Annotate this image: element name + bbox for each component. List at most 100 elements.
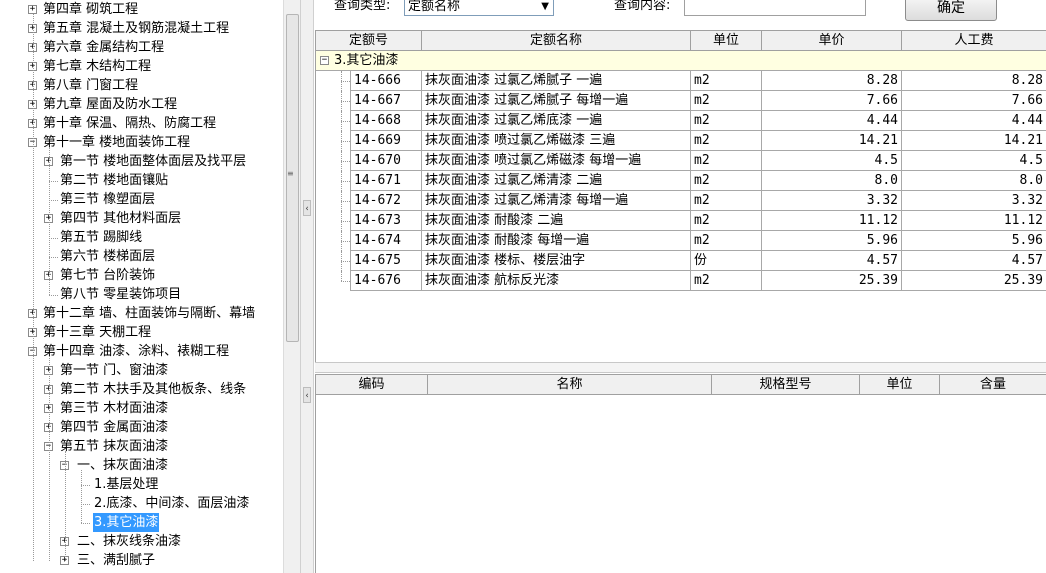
cell-price[interactable]: 3.32 (762, 191, 902, 211)
tree-node[interactable]: 第八节 零星装饰项目 (0, 285, 283, 304)
collapse-left-arrow-icon-lower[interactable]: ‹ (303, 387, 311, 403)
cell-unit[interactable]: m2 (691, 271, 762, 291)
tree-node-label[interactable]: 第七节 台阶装饰 (59, 266, 156, 285)
tree-node-label[interactable]: 第八章 门窗工程 (42, 76, 139, 95)
query-type-select[interactable]: 定额名称 ▼ (404, 0, 554, 16)
tree-node-label[interactable]: 2.底漆、中间漆、面层油漆 (93, 494, 250, 513)
cell-unit[interactable]: m2 (691, 111, 762, 131)
cell-unit[interactable]: 份 (691, 251, 762, 271)
tree-node[interactable]: 第六节 楼梯面层 (0, 247, 283, 266)
cell-name[interactable]: 抹灰面油漆 过氯乙烯清漆 二遍 (422, 171, 691, 191)
tree-node[interactable]: − 第十四章 油漆、涂料、裱糊工程 (0, 342, 283, 361)
cell-unit[interactable]: m2 (691, 91, 762, 111)
tree-node-label[interactable]: 第十一章 楼地面装饰工程 (42, 133, 191, 152)
tree-node[interactable]: + 第一节 门、窗油漆 (0, 361, 283, 380)
tree-node-label[interactable]: 第三节 橡塑面层 (59, 190, 156, 209)
table-row[interactable]: 14-669 抹灰面油漆 喷过氯乙烯磁漆 三遍 m2 14.21 14.21 (316, 131, 1046, 151)
cell-labor[interactable]: 11.12 (902, 211, 1046, 231)
cell-price[interactable]: 25.39 (762, 271, 902, 291)
tree-node-label[interactable]: 第四节 其他材料面层 (59, 209, 182, 228)
column-header[interactable]: 编码 (316, 375, 428, 395)
tree-node[interactable]: + 第九章 屋面及防水工程 (0, 95, 283, 114)
tree-node[interactable]: + 第三节 木材面油漆 (0, 399, 283, 418)
tree-node-label[interactable]: 1.基层处理 (93, 475, 159, 494)
cell-code[interactable]: 14-674 (350, 231, 422, 251)
tree-node[interactable]: + 第十三章 天棚工程 (0, 323, 283, 342)
tree-node-label[interactable]: 二、抹灰线条油漆 (76, 532, 182, 551)
cell-labor[interactable]: 14.21 (902, 131, 1046, 151)
tree-node-label[interactable]: 第一节 门、窗油漆 (59, 361, 169, 380)
cell-labor[interactable]: 5.96 (902, 231, 1046, 251)
cell-labor[interactable]: 8.0 (902, 171, 1046, 191)
cell-price[interactable]: 4.57 (762, 251, 902, 271)
cell-name[interactable]: 抹灰面油漆 喷过氯乙烯磁漆 每增一遍 (422, 151, 691, 171)
tree-node-label[interactable]: 第六章 金属结构工程 (42, 38, 165, 57)
column-header[interactable]: 单价 (762, 31, 902, 51)
group-row[interactable]: −3.其它油漆 (316, 51, 1046, 71)
table-row[interactable]: 14-668 抹灰面油漆 过氯乙烯底漆 一遍 m2 4.44 4.44 (316, 111, 1046, 131)
tree-node[interactable]: − 一、抹灰面油漆 (0, 456, 283, 475)
tree-node-label[interactable]: 第五章 混凝土及钢筋混凝土工程 (42, 19, 230, 38)
tree-node-label[interactable]: 第二节 木扶手及其他板条、线条 (59, 380, 247, 399)
tree-node-label[interactable]: 第二节 楼地面镶贴 (59, 171, 169, 190)
cell-price[interactable]: 11.12 (762, 211, 902, 231)
cell-name[interactable]: 抹灰面油漆 喷过氯乙烯磁漆 三遍 (422, 131, 691, 151)
tree-node[interactable]: 2.底漆、中间漆、面层油漆 (0, 494, 283, 513)
table-row[interactable]: 14-671 抹灰面油漆 过氯乙烯清漆 二遍 m2 8.0 8.0 (316, 171, 1046, 191)
tree-node[interactable]: 1.基层处理 (0, 475, 283, 494)
column-header[interactable]: 名称 (428, 375, 712, 395)
cell-code[interactable]: 14-672 (350, 191, 422, 211)
cell-unit[interactable]: m2 (691, 71, 762, 91)
tree-node[interactable]: + 第五章 混凝土及钢筋混凝土工程 (0, 19, 283, 38)
tree-node-label[interactable]: 第三节 木材面油漆 (59, 399, 169, 418)
tree-node[interactable]: − 第五节 抹灰面油漆 (0, 437, 283, 456)
tree-node-label[interactable]: 第六节 楼梯面层 (59, 247, 156, 266)
tree-node-label[interactable]: 第十三章 天棚工程 (42, 323, 152, 342)
cell-unit[interactable]: m2 (691, 231, 762, 251)
cell-price[interactable]: 8.28 (762, 71, 902, 91)
tree-node-label[interactable]: 第十二章 墙、柱面装饰与隔断、幕墙 (42, 304, 256, 323)
table-row[interactable]: 14-674 抹灰面油漆 耐酸漆 每增一遍 m2 5.96 5.96 (316, 231, 1046, 251)
column-header[interactable]: 规格型号 (712, 375, 860, 395)
cell-price[interactable]: 4.5 (762, 151, 902, 171)
column-header[interactable]: 单位 (691, 31, 762, 51)
table-row[interactable]: 14-667 抹灰面油漆 过氯乙烯腻子 每增一遍 m2 7.66 7.66 (316, 91, 1046, 111)
tree-scrollbar-thumb[interactable] (286, 14, 299, 342)
tree-node[interactable]: + 第四节 金属面油漆 (0, 418, 283, 437)
tree-node[interactable]: 第三节 橡塑面层 (0, 190, 283, 209)
cell-code[interactable]: 14-676 (350, 271, 422, 291)
cell-name[interactable]: 抹灰面油漆 楼标、楼层油字 (422, 251, 691, 271)
cell-price[interactable]: 5.96 (762, 231, 902, 251)
tree-node[interactable]: + 第二节 木扶手及其他板条、线条 (0, 380, 283, 399)
tree-node[interactable]: + 第七章 木结构工程 (0, 57, 283, 76)
tree-node[interactable]: − 第十一章 楼地面装饰工程 (0, 133, 283, 152)
table-row[interactable]: 14-673 抹灰面油漆 耐酸漆 二遍 m2 11.12 11.12 (316, 211, 1046, 231)
cell-code[interactable]: 14-666 (350, 71, 422, 91)
cell-code[interactable]: 14-669 (350, 131, 422, 151)
table-row[interactable]: 14-666 抹灰面油漆 过氯乙烯腻子 一遍 m2 8.28 8.28 (316, 71, 1046, 91)
tree-node[interactable]: + 二、抹灰线条油漆 (0, 532, 283, 551)
cell-name[interactable]: 抹灰面油漆 过氯乙烯腻子 每增一遍 (422, 91, 691, 111)
cell-code[interactable]: 14-668 (350, 111, 422, 131)
tree-node-label[interactable]: 第十章 保温、隔热、防腐工程 (42, 114, 217, 133)
table-row[interactable]: 14-675 抹灰面油漆 楼标、楼层油字份 4.57 4.57 (316, 251, 1046, 271)
chapter-tree[interactable]: + 第四章 砌筑工程 + 第五章 混凝土及钢筋混凝土工程 + 第六章 金属结构工程 + 第七章… (0, 0, 283, 573)
cell-labor[interactable]: 4.57 (902, 251, 1046, 271)
table-row[interactable]: 14-670 抹灰面油漆 喷过氯乙烯磁漆 每增一遍 m2 4.5 4.5 (316, 151, 1046, 171)
column-header[interactable]: 定额名称 (422, 31, 691, 51)
cell-unit[interactable]: m2 (691, 171, 762, 191)
column-header[interactable]: 人工费 (902, 31, 1046, 51)
cell-code[interactable]: 14-667 (350, 91, 422, 111)
cell-code[interactable]: 14-671 (350, 171, 422, 191)
cell-unit[interactable]: m2 (691, 191, 762, 211)
cell-code[interactable]: 14-673 (350, 211, 422, 231)
tree-node[interactable]: + 第八章 门窗工程 (0, 76, 283, 95)
tree-node-label[interactable]: 第十四章 油漆、涂料、裱糊工程 (42, 342, 230, 361)
tree-node[interactable]: + 第四章 砌筑工程 (0, 0, 283, 19)
cell-labor[interactable]: 8.28 (902, 71, 1046, 91)
tree-node-label[interactable]: 第五节 抹灰面油漆 (59, 437, 169, 456)
collapse-left-arrow-icon[interactable]: ‹ (303, 200, 311, 216)
cell-code[interactable]: 14-670 (350, 151, 422, 171)
tree-node[interactable]: + 第六章 金属结构工程 (0, 38, 283, 57)
cell-name[interactable]: 抹灰面油漆 耐酸漆 每增一遍 (422, 231, 691, 251)
